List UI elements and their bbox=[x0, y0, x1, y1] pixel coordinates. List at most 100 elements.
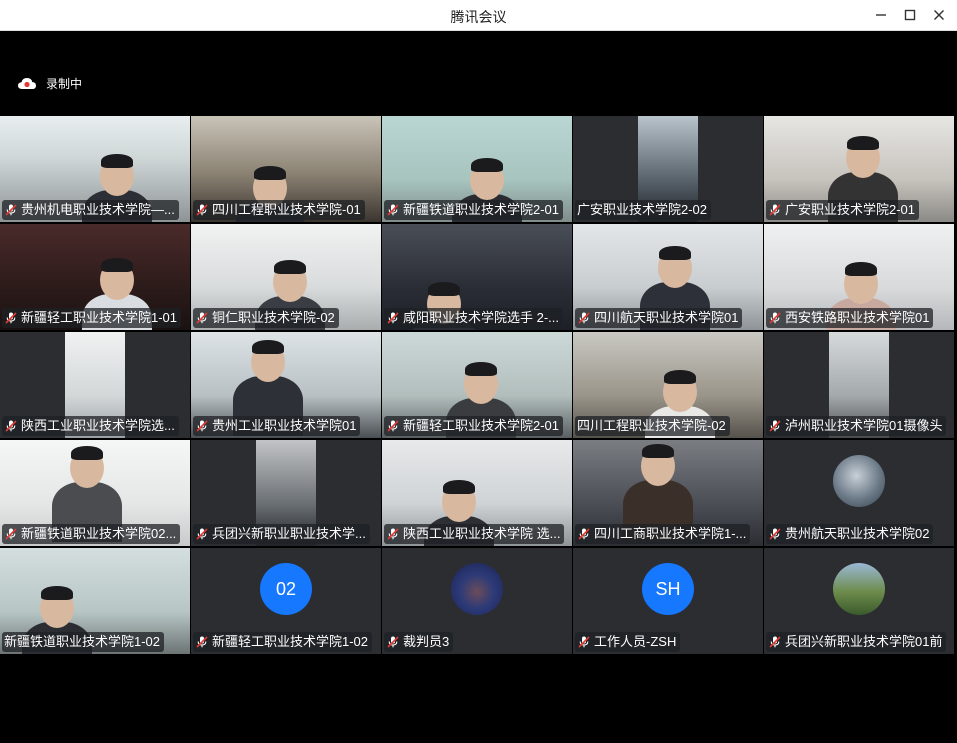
participant-name-tag: 广安职业技术学院2-02 bbox=[575, 200, 712, 220]
video-tile[interactable]: 咸阳职业技术学院选手 2-... bbox=[382, 224, 572, 330]
mic-muted-icon bbox=[768, 419, 782, 433]
participant-hair bbox=[252, 340, 284, 354]
video-tile[interactable]: 新疆轻工职业技术学院1-01 bbox=[0, 224, 190, 330]
video-tile[interactable]: 兵团兴新职业职业技术学... bbox=[191, 440, 381, 546]
participant-avatar bbox=[833, 563, 885, 615]
video-tile[interactable]: 02 新疆轻工职业技术学院1-02 bbox=[191, 548, 381, 654]
video-tile[interactable]: 裁判员3 bbox=[382, 548, 572, 654]
participant-avatar bbox=[833, 455, 885, 507]
mic-muted-icon bbox=[768, 635, 782, 649]
minimize-button[interactable] bbox=[870, 5, 892, 25]
video-tile[interactable]: 贵州机电职业技术学院—... bbox=[0, 116, 190, 222]
mic-muted-icon bbox=[4, 311, 18, 325]
mic-muted-icon bbox=[577, 527, 591, 541]
mic-muted-icon bbox=[577, 311, 591, 325]
participant-avatar: SH bbox=[642, 563, 694, 615]
cloud-record-icon bbox=[18, 77, 36, 89]
video-tile[interactable]: 四川工商职业技术学院1-... bbox=[573, 440, 763, 546]
recording-indicator[interactable]: 录制中 bbox=[18, 75, 82, 92]
close-button[interactable] bbox=[928, 5, 950, 25]
video-tile[interactable]: 四川工程职业技术学院-01 bbox=[191, 116, 381, 222]
participant-name: 兵团兴新职业技术学院01前 bbox=[785, 634, 943, 649]
participant-avatar bbox=[451, 563, 503, 615]
participant-name-tag: 铜仁职业技术学院-02 bbox=[193, 308, 339, 328]
recording-label: 录制中 bbox=[46, 77, 83, 91]
meeting-window: 腾讯会议 录制中 贵州机电职业技术学院—... 四川工程职业技术学院-01 新疆铁道… bbox=[0, 0, 957, 743]
video-tile[interactable]: 新疆铁道职业技术学院02... bbox=[0, 440, 190, 546]
title-bar: 腾讯会议 bbox=[0, 0, 957, 31]
participant-hair bbox=[465, 362, 497, 376]
participant-name-tag: 兵团兴新职业职业技术学... bbox=[193, 524, 370, 544]
participant-name-tag: 新疆轻工职业技术学院1-02 bbox=[193, 632, 373, 652]
participant-name: 兵团兴新职业职业技术学... bbox=[212, 526, 366, 541]
participant-name: 西安铁路职业技术学院01 bbox=[785, 310, 930, 325]
video-tile[interactable]: 泸州职业技术学院01摄像头 bbox=[764, 332, 954, 438]
participant-name: 贵州航天职业技术学院02 bbox=[785, 526, 930, 541]
participant-name: 广安职业技术学院2-01 bbox=[785, 202, 916, 217]
participant-name-tag: 兵团兴新职业技术学院01前 bbox=[766, 632, 947, 652]
participant-hair bbox=[41, 586, 73, 600]
video-tile[interactable]: 新疆铁道职业技术学院1-02 bbox=[0, 548, 190, 654]
close-icon bbox=[934, 10, 944, 20]
participant-name: 四川工程职业技术学院-01 bbox=[212, 202, 361, 217]
mic-muted-icon bbox=[386, 635, 400, 649]
participant-name-tag: 陕西工业职业技术学院选... bbox=[2, 416, 179, 436]
participant-hair bbox=[659, 246, 691, 260]
participant-name: 新疆铁道职业技术学院02... bbox=[21, 526, 177, 541]
mic-muted-icon bbox=[195, 419, 209, 433]
participant-name: 四川工程职业技术学院-02 bbox=[577, 418, 726, 433]
video-tile[interactable]: 四川航天职业技术学院01 bbox=[573, 224, 763, 330]
video-tile[interactable]: SH 工作人员-ZSH bbox=[573, 548, 763, 654]
mic-muted-icon bbox=[195, 203, 209, 217]
mic-muted-icon bbox=[195, 311, 209, 325]
participant-name-tag: 工作人员-ZSH bbox=[575, 632, 681, 652]
participant-name-tag: 新疆轻工职业技术学院2-01 bbox=[384, 416, 564, 436]
video-tile[interactable]: 新疆铁道职业技术学院2-01 bbox=[382, 116, 572, 222]
video-tile[interactable]: 西安铁路职业技术学院01 bbox=[764, 224, 954, 330]
participant-name-tag: 四川工商职业技术学院1-... bbox=[575, 524, 751, 544]
participant-name: 裁判员3 bbox=[403, 634, 450, 649]
participant-name-tag: 新疆轻工职业技术学院1-01 bbox=[2, 308, 182, 328]
participant-name-tag: 贵州航天职业技术学院02 bbox=[766, 524, 934, 544]
video-tile[interactable]: 广安职业技术学院2-02 bbox=[573, 116, 763, 222]
participant-name: 咸阳职业技术学院选手 2-... bbox=[403, 310, 560, 325]
participant-name: 新疆轻工职业技术学院1-02 bbox=[212, 634, 369, 649]
video-tile[interactable]: 新疆轻工职业技术学院2-01 bbox=[382, 332, 572, 438]
participant-hair bbox=[101, 258, 133, 272]
mic-muted-icon bbox=[577, 635, 591, 649]
video-tile[interactable]: 贵州航天职业技术学院02 bbox=[764, 440, 954, 546]
video-tile[interactable]: 贵州工业职业技术学院01 bbox=[191, 332, 381, 438]
participant-name-tag: 四川工程职业技术学院-02 bbox=[575, 416, 730, 436]
video-tile[interactable]: 广安职业技术学院2-01 bbox=[764, 116, 954, 222]
maximize-icon bbox=[904, 9, 916, 21]
participant-name-tag: 陕西工业职业技术学院 选... bbox=[384, 524, 565, 544]
window-title: 腾讯会议 bbox=[450, 9, 507, 25]
video-tile[interactable]: 陕西工业职业技术学院选... bbox=[0, 332, 190, 438]
mic-muted-icon bbox=[195, 527, 209, 541]
participant-hair bbox=[254, 166, 286, 180]
participant-name: 贵州机电职业技术学院—... bbox=[21, 202, 175, 217]
participant-name: 工作人员-ZSH bbox=[594, 634, 677, 649]
video-tile[interactable]: 铜仁职业技术学院-02 bbox=[191, 224, 381, 330]
minimize-icon bbox=[876, 14, 886, 16]
participant-name-tag: 新疆铁道职业技术学院02... bbox=[2, 524, 181, 544]
video-tile[interactable]: 兵团兴新职业技术学院01前 bbox=[764, 548, 954, 654]
maximize-button[interactable] bbox=[899, 5, 921, 25]
video-tile[interactable]: 陕西工业职业技术学院 选... bbox=[382, 440, 572, 546]
video-tile[interactable]: 四川工程职业技术学院-02 bbox=[573, 332, 763, 438]
participant-name: 贵州工业职业技术学院01 bbox=[212, 418, 357, 433]
participant-name: 新疆铁道职业技术学院1-02 bbox=[4, 634, 161, 649]
participant-hair bbox=[274, 260, 306, 274]
participant-name-tag: 四川航天职业技术学院01 bbox=[575, 308, 743, 328]
participant-name: 新疆轻工职业技术学院2-01 bbox=[403, 418, 560, 433]
participant-name: 新疆铁道职业技术学院2-01 bbox=[403, 202, 560, 217]
participant-name: 新疆轻工职业技术学院1-01 bbox=[21, 310, 178, 325]
participant-name: 铜仁职业技术学院-02 bbox=[212, 310, 335, 325]
participant-hair bbox=[428, 282, 460, 296]
participant-name: 四川航天职业技术学院01 bbox=[594, 310, 739, 325]
video-grid: 贵州机电职业技术学院—... 四川工程职业技术学院-01 新疆铁道职业技术学院2-0… bbox=[0, 116, 957, 655]
participant-name-tag: 广安职业技术学院2-01 bbox=[766, 200, 920, 220]
mic-muted-icon bbox=[386, 203, 400, 217]
mic-muted-icon bbox=[768, 311, 782, 325]
mic-muted-icon bbox=[386, 419, 400, 433]
